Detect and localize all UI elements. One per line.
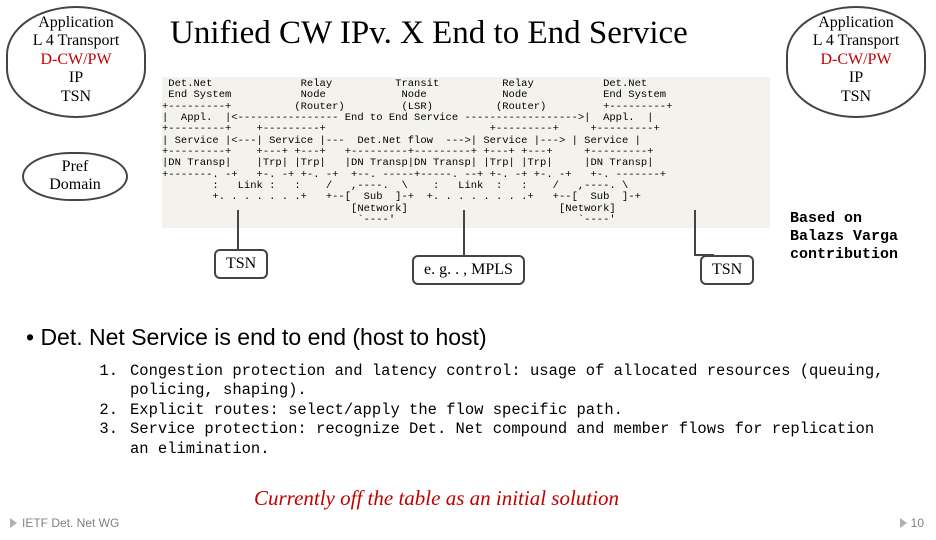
list-num: 2. [84,401,118,420]
stack-line: L 4 Transport [796,32,916,50]
list-item: 3. Service protection: recognize Det. Ne… [84,420,884,459]
footer-text: IETF Det. Net WG [22,516,119,530]
stack-line: TSN [796,88,916,106]
pref-domain-box: Pref Domain [22,152,128,201]
triangle-icon [900,518,907,528]
triangle-icon [10,518,17,528]
stack-box-right: Application L 4 Transport D-CW/PW IP TSN [786,6,926,118]
connector-line [237,210,239,250]
footer-left: IETF Det. Net WG [10,516,119,530]
credit-line: Based on [790,210,898,228]
footer-right: 10 [900,516,924,530]
credit-line: Balazs Varga [790,228,898,246]
callout-tsn-right: TSN [700,255,754,285]
slide-title: Unified CW IPv. X End to End Service [170,15,688,52]
credit-line: contribution [790,246,898,264]
list-text: Service protection: recognize Det. Net c… [130,420,884,459]
list-text: Congestion protection and latency contro… [130,362,884,401]
callout-mpls: e. g. . , MPLS [412,255,525,285]
ascii-diagram: Det.Net Relay Transit Relay Det.Net End … [162,77,770,228]
stack-line: D-CW/PW [16,51,136,69]
list-text: Explicit routes: select/apply the flow s… [130,401,623,420]
list-item: 2. Explicit routes: select/apply the flo… [84,401,884,420]
stack-line: Application [16,14,136,32]
numbered-list: 1. Congestion protection and latency con… [84,362,884,459]
italic-note: Currently off the table as an initial so… [254,486,619,511]
page-number: 10 [911,516,924,530]
stack-line: D-CW/PW [796,51,916,69]
credit-text: Based on Balazs Varga contribution [790,210,898,264]
stack-line: IP [796,69,916,87]
slide: Unified CW IPv. X End to End Service App… [0,0,936,540]
list-num: 1. [84,362,118,401]
stack-line: Application [796,14,916,32]
list-num: 3. [84,420,118,459]
main-bullet: • Det. Net Service is end to end (host t… [26,324,487,351]
connector-line [463,210,465,256]
stack-line: TSN [16,88,136,106]
pref-line: Pref [30,158,120,176]
stack-box-left: Application L 4 Transport D-CW/PW IP TSN [6,6,146,118]
connector-line [694,210,696,254]
stack-line: IP [16,69,136,87]
stack-line: L 4 Transport [16,32,136,50]
callout-tsn-left: TSN [214,249,268,279]
list-item: 1. Congestion protection and latency con… [84,362,884,401]
pref-line: Domain [30,176,120,194]
